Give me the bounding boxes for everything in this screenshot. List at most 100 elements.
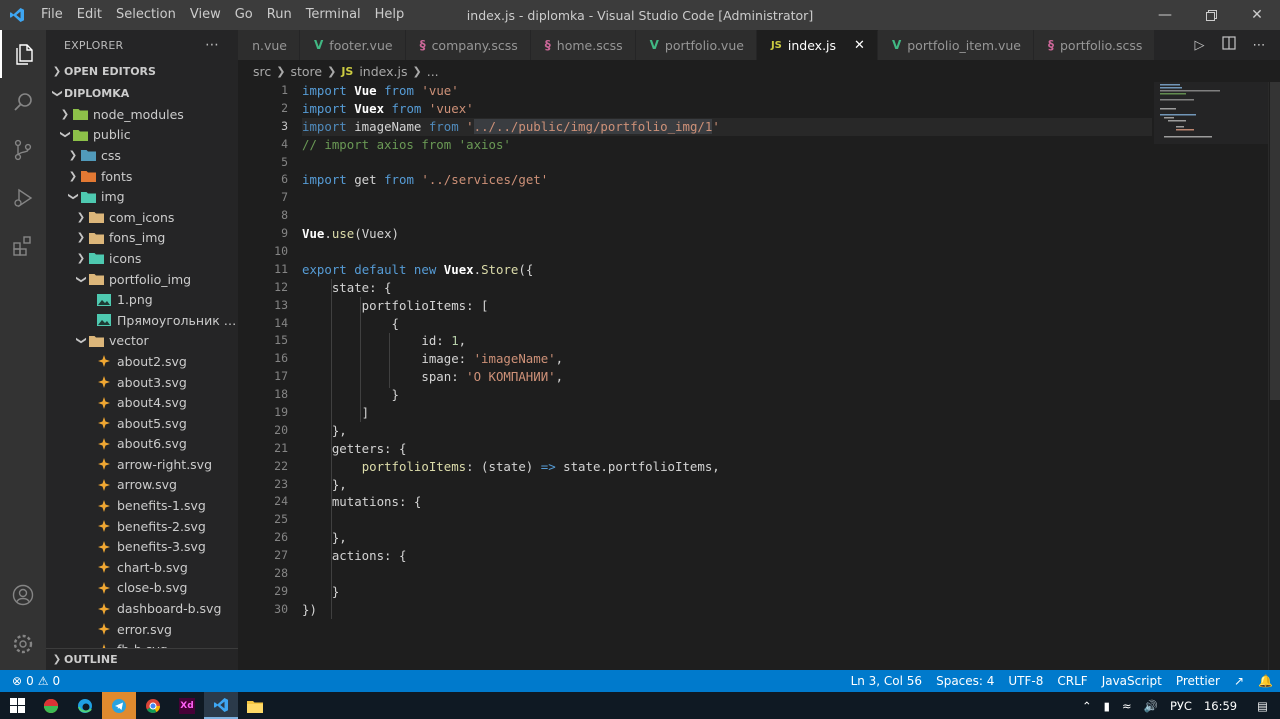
code-line[interactable]: portfolioItems: (state) => state.portfol… xyxy=(302,458,1152,476)
minimap[interactable] xyxy=(1154,82,1268,144)
breadcrumb-store[interactable]: store xyxy=(290,64,322,79)
menu-edit[interactable]: Edit xyxy=(70,0,109,30)
code-line[interactable]: import Vuex from 'vuex' xyxy=(302,100,1152,118)
breadcrumb-src[interactable]: src xyxy=(253,64,271,79)
code-line[interactable]: state: { xyxy=(302,279,1152,297)
project-root-section[interactable]: ❯ DIPLOMKA xyxy=(46,82,238,104)
tab-footer-vue[interactable]: Vfooter.vue xyxy=(300,30,406,60)
action-center-icon[interactable]: ▤ xyxy=(1243,699,1280,713)
indentation[interactable]: Spaces: 4 xyxy=(929,674,1001,688)
tree-folder[interactable]: ❯ img xyxy=(46,186,238,207)
tree-folder[interactable]: ❯ public xyxy=(46,125,238,146)
minimize-icon[interactable]: — xyxy=(1142,0,1188,30)
vscode-taskbar-icon[interactable] xyxy=(204,692,238,719)
code-line[interactable]: ] xyxy=(302,404,1152,422)
edge-browser-icon[interactable] xyxy=(68,692,102,719)
extensions-icon[interactable] xyxy=(0,222,46,270)
tab-portfolio-vue[interactable]: Vportfolio.vue xyxy=(635,30,757,60)
explorer-icon[interactable] xyxy=(0,30,46,78)
menu-go[interactable]: Go xyxy=(228,0,260,30)
clock[interactable]: 16:59 xyxy=(1198,699,1243,713)
problems-indicator[interactable]: ⊗ 0 ⚠ 0 xyxy=(0,674,60,688)
wifi-icon[interactable]: ≈ xyxy=(1116,699,1138,713)
code-line[interactable]: }, xyxy=(302,476,1152,494)
adobe-xd-icon[interactable]: Xd xyxy=(170,692,204,719)
live-share-icon[interactable]: ↗ xyxy=(1227,674,1251,688)
tab-n-vue[interactable]: n.vue xyxy=(238,30,300,60)
code-line[interactable] xyxy=(302,511,1152,529)
code-line[interactable]: mutations: { xyxy=(302,493,1152,511)
code-line[interactable]: }, xyxy=(302,529,1152,547)
menu-help[interactable]: Help xyxy=(368,0,412,30)
code-line[interactable]: image: 'imageName', xyxy=(302,350,1152,368)
language-mode[interactable]: JavaScript xyxy=(1095,674,1169,688)
breadcrumb-symbol[interactable]: ... xyxy=(427,64,439,79)
tree-file[interactable]: benefits-1.svg xyxy=(46,495,238,516)
code-line[interactable]: span: 'О КОМПАНИИ', xyxy=(302,368,1152,386)
tree-file[interactable]: benefits-2.svg xyxy=(46,516,238,537)
tree-folder[interactable]: ❯ fons_img xyxy=(46,228,238,249)
menu-file[interactable]: File xyxy=(34,0,70,30)
tree-file[interactable]: about2.svg xyxy=(46,351,238,372)
code-line[interactable]: actions: { xyxy=(302,547,1152,565)
code-line[interactable] xyxy=(302,207,1152,225)
notifications-bell-icon[interactable]: 🔔 xyxy=(1251,674,1280,688)
code-line[interactable]: }, xyxy=(302,422,1152,440)
settings-gear-icon[interactable] xyxy=(0,620,46,668)
code-line[interactable] xyxy=(302,243,1152,261)
source-control-icon[interactable] xyxy=(0,126,46,174)
restore-icon[interactable] xyxy=(1188,0,1234,30)
tree-file[interactable]: about3.svg xyxy=(46,372,238,393)
chevron-up-icon[interactable]: ⌃ xyxy=(1076,699,1098,713)
chrome-icon[interactable] xyxy=(136,692,170,719)
code-line[interactable]: }) xyxy=(302,601,1152,619)
menu-terminal[interactable]: Terminal xyxy=(299,0,368,30)
tree-file[interactable]: close-b.svg xyxy=(46,578,238,599)
breadcrumb-file[interactable]: index.js xyxy=(359,64,407,79)
code-line[interactable]: Vue.use(Vuex) xyxy=(302,225,1152,243)
tree-file[interactable]: chart-b.svg xyxy=(46,557,238,578)
tree-file[interactable]: arrow.svg xyxy=(46,475,238,496)
tab-index-js[interactable]: JS index.js ✕ xyxy=(756,30,878,60)
tree-file[interactable]: error.svg xyxy=(46,619,238,640)
tree-folder[interactable]: ❯ node_modules xyxy=(46,104,238,125)
tree-folder[interactable]: ❯ fonts xyxy=(46,166,238,187)
tree-file[interactable]: benefits-3.svg xyxy=(46,536,238,557)
tree-file[interactable]: about6.svg xyxy=(46,434,238,455)
tree-folder[interactable]: ❯ css xyxy=(46,145,238,166)
tab-home-scss[interactable]: § home.scss xyxy=(530,30,636,60)
app-icon-colorful[interactable] xyxy=(34,692,68,719)
cursor-position[interactable]: Ln 3, Col 56 xyxy=(844,674,930,688)
tree-folder[interactable]: ❯ icons xyxy=(46,248,238,269)
line-ending[interactable]: CRLF xyxy=(1050,674,1094,688)
tab-portfolio-scss[interactable]: § portfolio.scss xyxy=(1034,30,1156,60)
search-icon[interactable] xyxy=(0,78,46,126)
tree-file[interactable]: 1.png xyxy=(46,289,238,310)
code-area[interactable]: import Vue from 'vue' import Vuex from 'v… xyxy=(302,82,1152,619)
code-line[interactable]: getters: { xyxy=(302,440,1152,458)
encoding[interactable]: UTF-8 xyxy=(1001,674,1050,688)
tree-file[interactable]: dashboard-b.svg xyxy=(46,598,238,619)
close-tab-icon[interactable]: ✕ xyxy=(854,38,865,53)
code-line[interactable]: import get from '../services/get' xyxy=(302,171,1152,189)
code-line[interactable]: portfolioItems: [ xyxy=(302,297,1152,315)
outline-section[interactable]: ❯ OUTLINE xyxy=(46,648,238,670)
tree-folder[interactable]: ❯ portfolio_img xyxy=(46,269,238,290)
battery-icon[interactable]: ▮ xyxy=(1098,699,1116,713)
vscode-logo-icon[interactable] xyxy=(0,0,34,30)
tree-folder[interactable]: ❯ vector xyxy=(46,331,238,352)
windows-start-icon[interactable] xyxy=(0,692,34,719)
tree-file[interactable]: Прямоугольник 11... xyxy=(46,310,238,331)
code-editor[interactable]: 1 2 3 4 5 6 7 8 9 10 11 12 13 14 15 16 17 18 19 20 21 22 23 24 2… xyxy=(238,82,1268,670)
volume-icon[interactable]: 🔊 xyxy=(1138,699,1164,713)
code-line[interactable] xyxy=(302,189,1152,207)
code-line[interactable]: id: 1, xyxy=(302,332,1152,350)
tree-file[interactable]: arrow-right.svg xyxy=(46,454,238,475)
tree-folder[interactable]: ❯ com_icons xyxy=(46,207,238,228)
run-icon[interactable]: ▷ xyxy=(1195,38,1205,53)
split-editor-icon[interactable] xyxy=(1221,36,1236,54)
run-debug-icon[interactable] xyxy=(0,174,46,222)
code-line[interactable]: import imageName from '../../public/img/… xyxy=(302,117,1152,136)
tree-file[interactable]: about5.svg xyxy=(46,413,238,434)
formatter[interactable]: Prettier xyxy=(1169,674,1227,688)
